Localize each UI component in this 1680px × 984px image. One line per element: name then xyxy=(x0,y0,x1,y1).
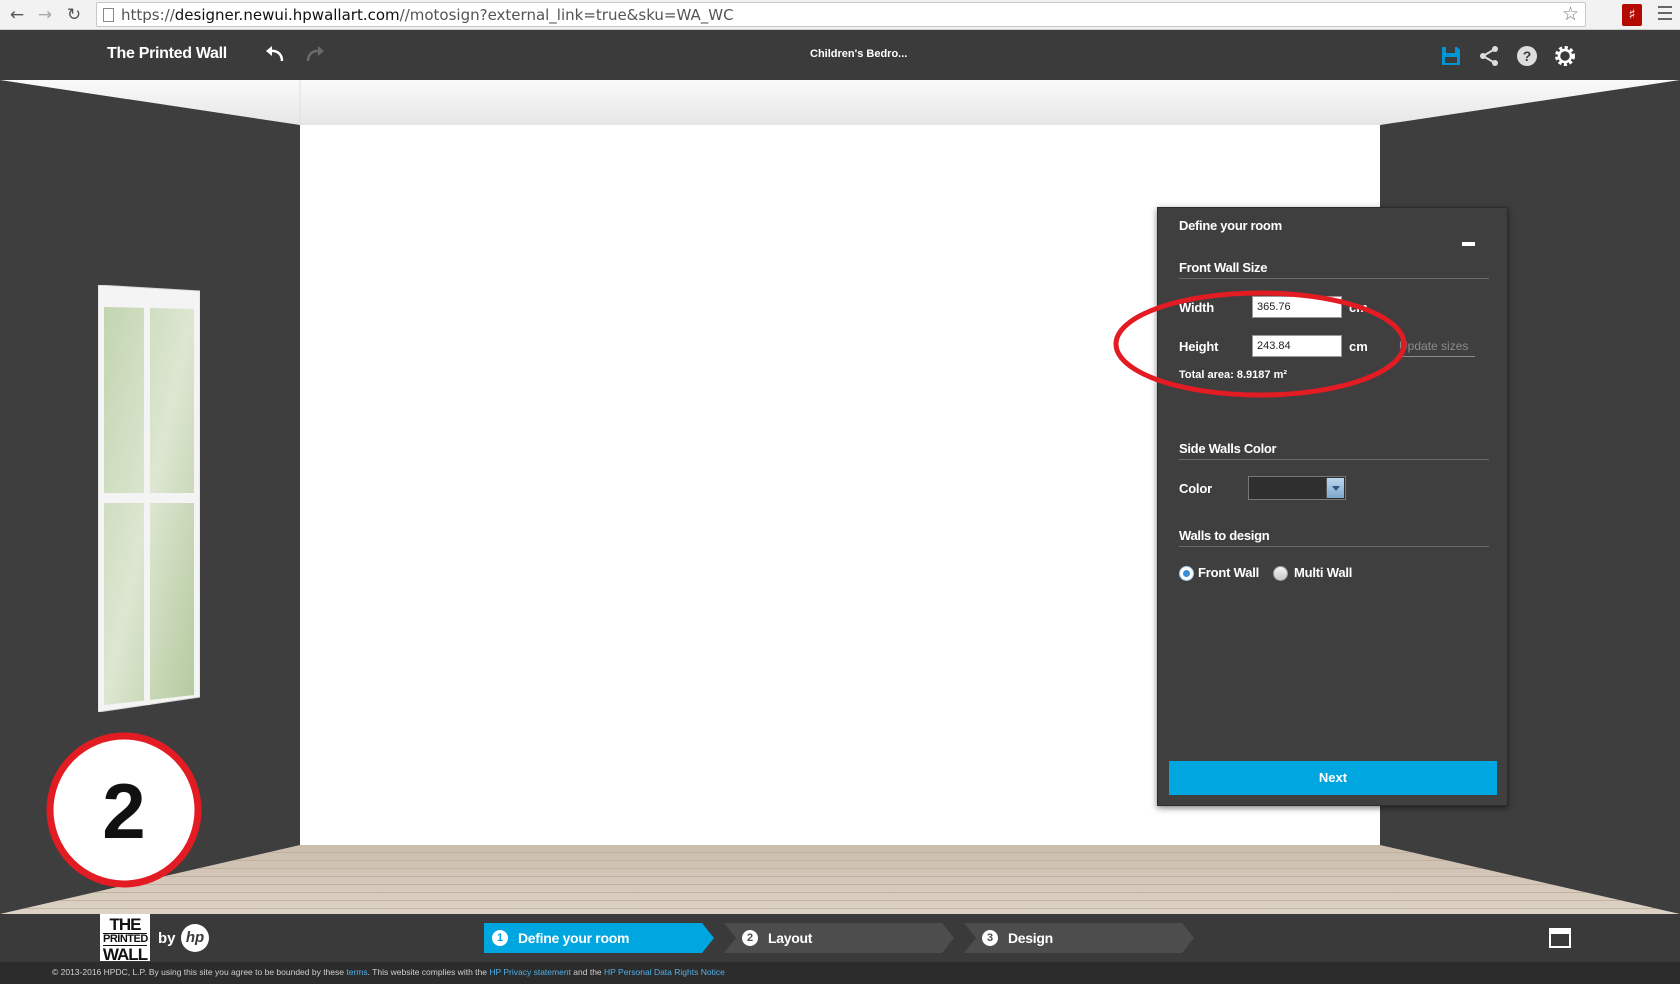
step-define-room[interactable]: 1 Define your room xyxy=(484,923,714,953)
color-dropdown[interactable] xyxy=(1248,476,1346,500)
footer: © 2013-2016 HPDC, L.P. By using this sit… xyxy=(0,962,1680,984)
svg-text:?: ? xyxy=(1523,48,1532,64)
step-label: Design xyxy=(1008,930,1053,946)
save-icon[interactable] xyxy=(1439,44,1463,68)
front-wall-radio-label[interactable]: Front Wall xyxy=(1198,565,1259,580)
reload-icon[interactable]: ↻ xyxy=(63,4,85,26)
step-label: Define your room xyxy=(518,930,630,946)
fullscreen-icon[interactable] xyxy=(1549,928,1571,948)
settings-gear-icon[interactable] xyxy=(1553,44,1577,68)
walls-to-design-heading: Walls to design xyxy=(1179,528,1270,543)
window-image xyxy=(98,285,200,712)
data-rights-link[interactable]: HP Personal Data Rights Notice xyxy=(604,967,725,977)
front-wall-size-heading: Front Wall Size xyxy=(1179,260,1268,275)
app-header: The Printed Wall Children's Bedro... ? xyxy=(0,31,1680,80)
forward-arrow-icon[interactable]: → xyxy=(34,4,56,26)
highlight-ellipse xyxy=(1113,290,1407,398)
divider xyxy=(1179,278,1489,279)
terms-link[interactable]: terms xyxy=(346,967,367,977)
side-walls-color-heading: Side Walls Color xyxy=(1179,441,1277,456)
step-layout[interactable]: 2 Layout xyxy=(724,923,954,953)
multi-wall-radio-label[interactable]: Multi Wall xyxy=(1294,565,1352,580)
privacy-link[interactable]: HP Privacy statement xyxy=(489,967,571,977)
by-text: by xyxy=(158,930,176,947)
hp-logo: hp xyxy=(181,924,209,952)
pdf-extension-icon[interactable]: ♯ xyxy=(1622,4,1642,26)
undo-icon[interactable] xyxy=(262,43,288,67)
redo-icon[interactable] xyxy=(302,43,328,67)
page-icon xyxy=(103,8,114,22)
printed-wall-logo: THE PRINTED WALL xyxy=(100,914,150,963)
divider xyxy=(1179,546,1489,547)
step-number: 1 xyxy=(492,930,508,946)
step-number-badge: 2 xyxy=(46,732,202,888)
color-label: Color xyxy=(1179,481,1212,496)
minimize-icon[interactable] xyxy=(1462,242,1475,246)
footer-text: © 2013-2016 HPDC, L.P. By using this sit… xyxy=(52,967,725,977)
ceiling xyxy=(0,80,1680,125)
floor xyxy=(0,845,1680,914)
browser-menu-icon[interactable] xyxy=(1658,6,1672,22)
share-icon[interactable] xyxy=(1477,44,1501,68)
help-icon[interactable]: ? xyxy=(1515,44,1539,68)
chevron-down-icon[interactable] xyxy=(1326,478,1344,498)
app-title: The Printed Wall xyxy=(107,45,227,62)
url-text[interactable]: https://designer.newui.hpwallart.com//mo… xyxy=(121,6,734,24)
step-label: Layout xyxy=(768,930,813,946)
step-number: 2 xyxy=(742,930,758,946)
step-design[interactable]: 3 Design xyxy=(964,923,1194,953)
update-sizes-button[interactable]: Update sizes xyxy=(1399,339,1475,357)
divider xyxy=(1179,459,1489,460)
project-name[interactable]: Children's Bedro... xyxy=(810,48,907,60)
next-button[interactable]: Next xyxy=(1169,761,1497,795)
front-wall-radio[interactable] xyxy=(1179,566,1194,581)
address-bar[interactable]: https://designer.newui.hpwallart.com//mo… xyxy=(96,2,1586,27)
panel-title: Define your room xyxy=(1179,218,1282,233)
step-number-text: 2 xyxy=(102,767,145,855)
back-arrow-icon[interactable]: ← xyxy=(6,4,28,26)
step-number: 3 xyxy=(982,930,998,946)
bookmark-star-icon[interactable]: ☆ xyxy=(1562,3,1579,25)
multi-wall-radio[interactable] xyxy=(1273,566,1288,581)
browser-toolbar: ← → ↻ https://designer.newui.hpwallart.c… xyxy=(0,0,1680,30)
bottom-bar: THE PRINTED WALL by hp 1 Define your roo… xyxy=(0,914,1680,963)
